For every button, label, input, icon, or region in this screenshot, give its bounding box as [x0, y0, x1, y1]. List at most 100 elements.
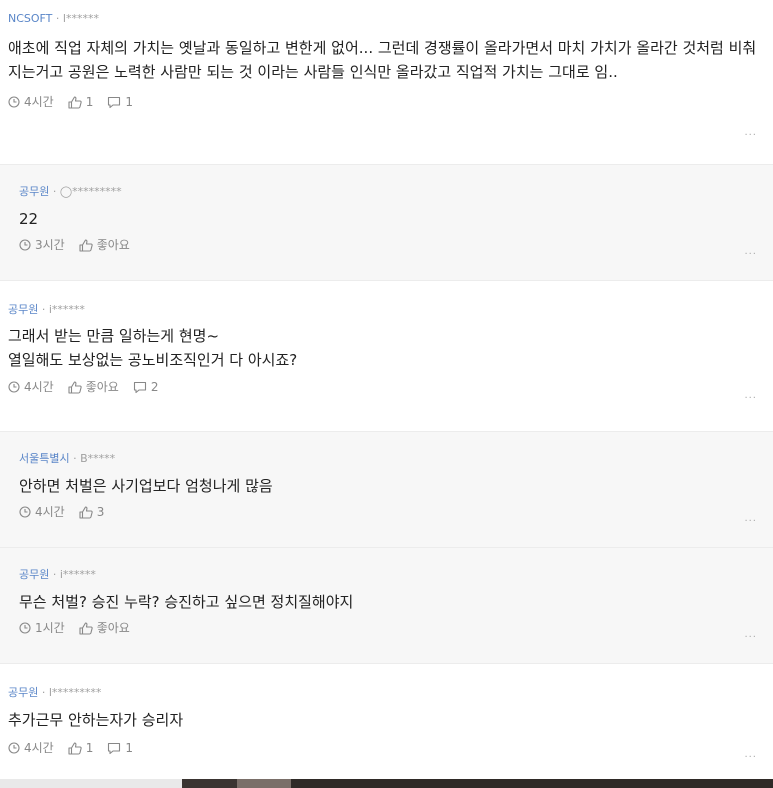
author-company[interactable]: 공무원	[19, 568, 49, 581]
speech-bubble-icon	[133, 381, 146, 393]
time-label: 4시간	[35, 505, 65, 519]
comment-actions: 4시간 1 1	[8, 94, 757, 110]
comment-text-line: 열일해도 보상없는 공노비조직인거 다 아시죠?	[8, 351, 298, 369]
time-label: 3시간	[35, 238, 65, 252]
speech-bubble-icon	[108, 96, 121, 108]
reply-count: 1	[125, 741, 133, 755]
comment-reply: 공무원 · i****** 무슨 처벌? 승진 누락? 승진하고 싶으면 정치질…	[0, 548, 773, 664]
timestamp: 4시간	[8, 379, 54, 395]
comment-meta: 공무원 · ◯*********	[19, 185, 757, 199]
comment-meta: 공무원 · l*********	[8, 686, 757, 700]
author-id: i******	[59, 568, 96, 581]
meta-separator: ·	[38, 303, 49, 316]
media-strip-segment	[182, 779, 237, 788]
reply-count: 2	[150, 380, 159, 394]
like-button[interactable]: 좋아요	[79, 237, 130, 253]
comment: NCSOFT · l****** 애초에 직업 자체의 가치는 옛날과 동일하고…	[0, 0, 773, 165]
bottom-media-strip	[0, 779, 773, 788]
media-strip-segment	[237, 779, 291, 788]
comment-list: NCSOFT · l****** 애초에 직업 자체의 가치는 옛날과 동일하고…	[0, 0, 773, 781]
comment-text: 22	[19, 210, 39, 228]
like-count: 3	[96, 505, 105, 519]
comment-text: 안하면 처벌은 사기업보다 엄청나게 많음	[19, 477, 273, 495]
comment-text-line: 그래서 받는 만큼 일하는게 현명~	[8, 327, 220, 345]
comment-meta: 공무원 · i******	[8, 303, 757, 317]
like-button[interactable]: 1	[68, 94, 94, 110]
comment-actions: 4시간 3	[19, 504, 757, 520]
comment-reply: 공무원 · ◯********* 22 3시간 좋아요 ···	[0, 165, 773, 281]
author-id: ◯*********	[59, 185, 122, 198]
like-button[interactable]: 좋아요	[79, 620, 130, 636]
author-company[interactable]: 공무원	[8, 686, 38, 699]
thumbs-up-icon	[68, 95, 82, 109]
like-count: 1	[85, 95, 94, 109]
comment-text: 그래서 받는 만큼 일하는게 현명~ 열일해도 보상없는 공노비조직인거 다 아…	[8, 324, 757, 372]
clock-icon	[19, 622, 31, 634]
comment-reply: 서울특별시 · B***** 안하면 처벌은 사기업보다 엄청나게 많음 4시간…	[0, 432, 773, 548]
time-label: 1시간	[35, 621, 65, 635]
comment-actions: 3시간 좋아요	[19, 237, 757, 253]
comment-meta: NCSOFT · l******	[8, 12, 757, 26]
more-icon[interactable]: ···	[744, 632, 757, 643]
clock-icon	[19, 506, 31, 518]
time-label: 4시간	[24, 95, 54, 109]
thumbs-up-icon	[79, 238, 93, 252]
comment: 공무원 · i****** 그래서 받는 만큼 일하는게 현명~ 열일해도 보상…	[0, 281, 773, 432]
timestamp: 4시간	[8, 740, 54, 756]
reply-button[interactable]: 1	[107, 94, 133, 110]
meta-separator: ·	[49, 568, 60, 581]
media-strip-segment	[0, 779, 182, 788]
like-label: 좋아요	[85, 380, 119, 394]
reply-button[interactable]: 1	[107, 740, 133, 756]
meta-separator: ·	[52, 12, 63, 25]
meta-separator: ·	[49, 185, 60, 198]
reply-button[interactable]: 2	[133, 379, 159, 395]
thumbs-up-icon	[68, 741, 82, 755]
author-company[interactable]: 공무원	[19, 185, 49, 198]
author-company[interactable]: 서울특별시	[19, 452, 70, 465]
time-label: 4시간	[24, 741, 54, 755]
comment-meta: 공무원 · i******	[19, 568, 757, 582]
comment: 공무원 · l********* 추가근무 안하는자가 승리자 4시간 1 1 …	[0, 664, 773, 781]
timestamp: 1시간	[19, 620, 65, 636]
clock-icon	[8, 381, 20, 393]
thumbs-up-icon	[79, 505, 93, 519]
like-button[interactable]: 1	[68, 740, 94, 756]
comment-text: 무슨 처벌? 승진 누락? 승진하고 싶으면 정치질해야지	[19, 593, 354, 611]
like-button[interactable]: 좋아요	[68, 379, 119, 395]
like-button[interactable]: 3	[79, 504, 105, 520]
meta-separator: ·	[69, 452, 81, 465]
timestamp: 4시간	[19, 504, 65, 520]
comment-actions: 4시간 좋아요 2	[8, 379, 757, 395]
media-strip-segment	[291, 779, 773, 788]
comment-actions: 4시간 1 1	[8, 740, 757, 756]
comment-meta: 서울특별시 · B*****	[19, 452, 757, 466]
more-icon[interactable]: ···	[744, 249, 757, 260]
clock-icon	[8, 96, 20, 108]
speech-bubble-icon	[108, 742, 121, 754]
clock-icon	[8, 742, 20, 754]
more-icon[interactable]: ···	[744, 752, 757, 763]
author-id: l******	[62, 12, 99, 25]
comment-text: 추가근무 안하는자가 승리자	[8, 711, 184, 729]
comment-actions: 1시간 좋아요	[19, 620, 757, 636]
thumbs-up-icon	[68, 380, 82, 394]
timestamp: 3시간	[19, 237, 65, 253]
more-icon[interactable]: ···	[744, 516, 757, 527]
author-company[interactable]: 공무원	[8, 303, 38, 316]
reply-count: 1	[125, 95, 133, 109]
like-label: 좋아요	[96, 621, 130, 635]
thumbs-up-icon	[79, 621, 93, 635]
timestamp: 4시간	[8, 94, 54, 110]
author-id: B*****	[80, 452, 116, 465]
author-id: i******	[48, 303, 85, 316]
author-id: l*********	[48, 686, 102, 699]
like-label: 좋아요	[96, 238, 130, 252]
like-count: 1	[85, 741, 94, 755]
meta-separator: ·	[38, 686, 49, 699]
author-company[interactable]: NCSOFT	[8, 12, 52, 25]
time-label: 4시간	[24, 380, 54, 394]
more-icon[interactable]: ···	[744, 130, 757, 141]
more-icon[interactable]: ···	[744, 393, 757, 404]
comment-text: 애초에 직업 자체의 가치는 옛날과 동일하고 변한게 없어... 그런데 경쟁…	[8, 39, 757, 81]
